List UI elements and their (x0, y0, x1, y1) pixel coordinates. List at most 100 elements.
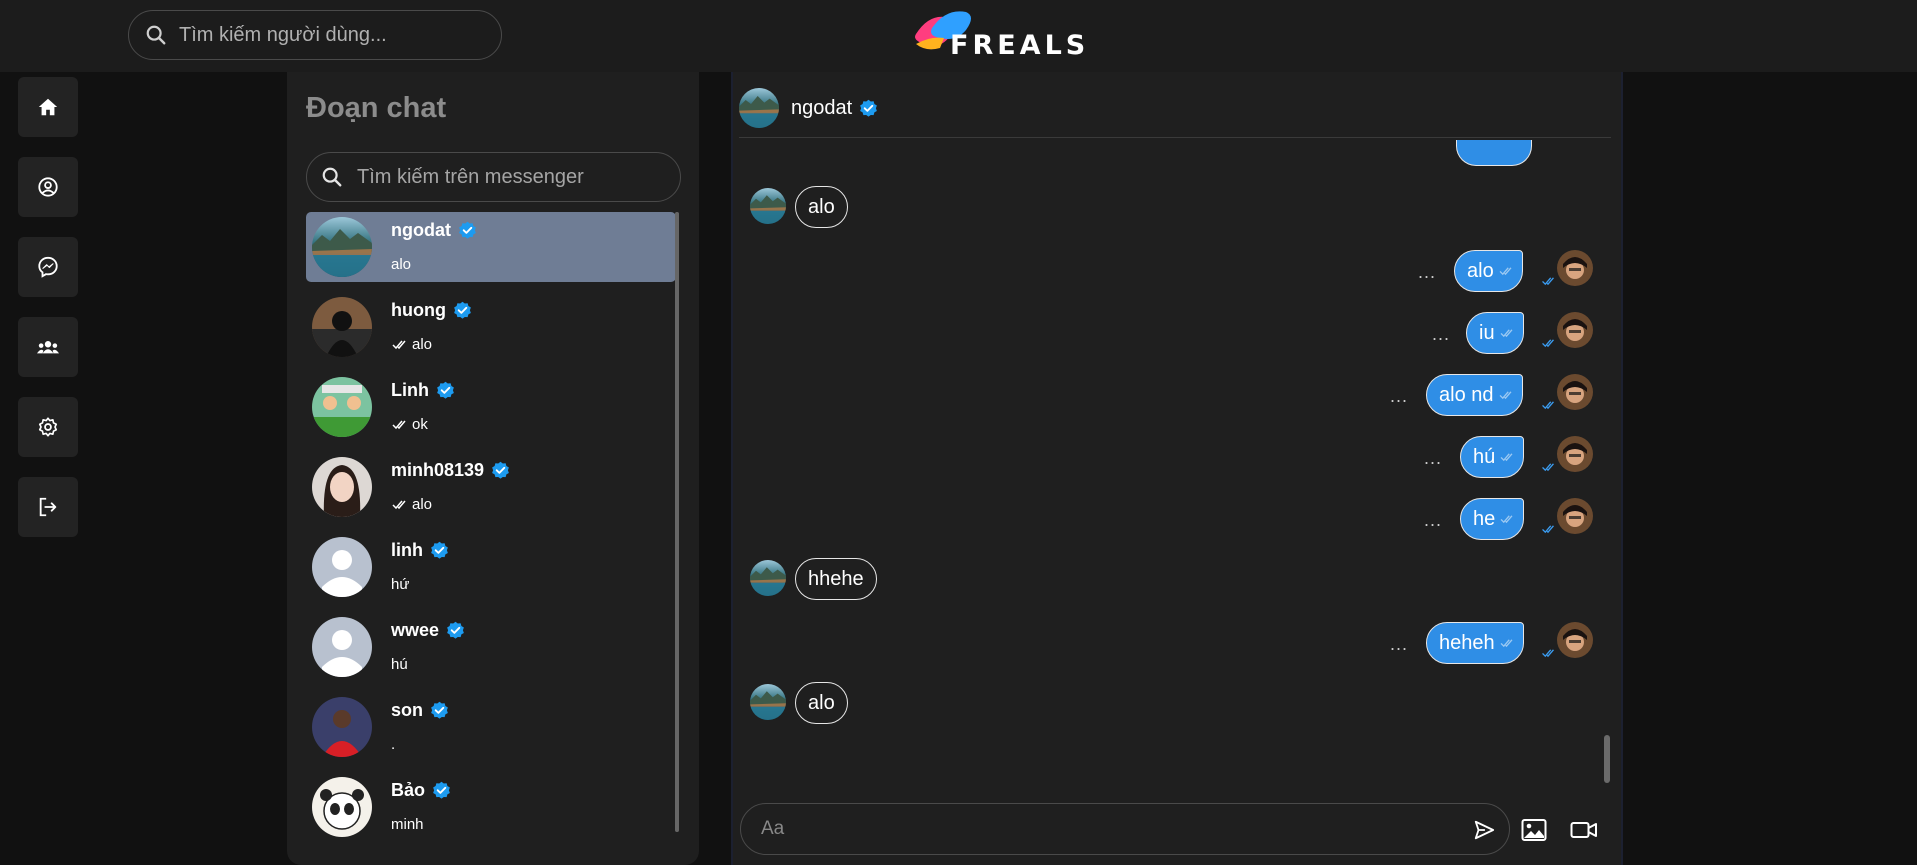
avatar (739, 88, 779, 128)
groups-icon (37, 341, 59, 354)
seen-ticks-icon (1499, 267, 1512, 275)
delivered-ticks-icon (1541, 277, 1555, 285)
search-icon (322, 167, 342, 187)
attach-image-button[interactable] (1519, 815, 1549, 845)
conversation-search-box[interactable] (306, 152, 681, 202)
search-icon (146, 25, 166, 45)
last-message: hứ (391, 576, 410, 593)
incoming-message[interactable]: alo (795, 186, 848, 228)
message-text: heheh (1439, 631, 1495, 654)
outgoing-message[interactable]: alo (1454, 250, 1523, 292)
message-options-button[interactable]: ... (1424, 448, 1442, 469)
conversation-item[interactable]: linh hứ (306, 532, 676, 602)
brand-name: FREALS (950, 30, 1090, 61)
chat-scrollbar-thumb[interactable] (1604, 735, 1610, 783)
last-message: alo (412, 336, 433, 353)
my-avatar (1557, 374, 1593, 410)
home-button[interactable] (18, 77, 78, 137)
conversation-scrollbar-thumb[interactable] (675, 212, 679, 832)
chat-header[interactable]: ngodat (739, 86, 878, 130)
delivered-ticks-icon (1541, 525, 1555, 533)
contact-name: minh08139 (391, 460, 485, 480)
message-options-button[interactable]: ... (1418, 262, 1436, 283)
conversation-item[interactable]: wwee hú (306, 612, 676, 682)
delivered-ticks-icon (1541, 339, 1555, 347)
contact-name: ngodat (391, 220, 451, 240)
outgoing-message[interactable]: he (1460, 498, 1525, 540)
verified-badge-icon (436, 381, 455, 400)
verified-badge-icon (491, 461, 510, 480)
contact-name: linh (391, 540, 423, 560)
verified-badge-icon (458, 221, 477, 240)
profile-button[interactable] (18, 157, 78, 217)
incoming-message[interactable]: hhehe (795, 558, 877, 600)
video-call-button[interactable] (1569, 815, 1599, 845)
outgoing-message[interactable]: iu (1466, 312, 1524, 354)
outgoing-message[interactable]: hú (1460, 436, 1525, 478)
delivered-ticks-icon (1541, 649, 1555, 657)
outgoing-message[interactable]: alo nd (1426, 374, 1523, 416)
conversation-list: ngodat alo huong alo Linh ok minh08139 a… (306, 212, 676, 842)
my-avatar (1557, 312, 1593, 348)
avatar (312, 297, 372, 357)
last-message: ok (412, 416, 428, 433)
last-message: alo (391, 256, 412, 273)
incoming-message[interactable]: alo (795, 682, 848, 724)
avatar (312, 697, 372, 757)
verified-badge-icon (432, 781, 451, 800)
groups-button[interactable] (18, 317, 78, 377)
seen-ticks-icon (392, 420, 406, 429)
contact-name: Linh (391, 380, 429, 400)
message-text: alo nd (1439, 383, 1494, 406)
message-text: hú (1473, 445, 1496, 468)
logout-button[interactable] (18, 477, 78, 537)
contact-name: huong (391, 300, 446, 320)
settings-button[interactable] (18, 397, 78, 457)
send-icon (1474, 820, 1495, 840)
conversation-item[interactable]: minh08139 alo (306, 452, 676, 522)
message-text: iu (1479, 321, 1495, 344)
verified-badge-icon (430, 701, 449, 720)
conversation-item[interactable]: huong alo (306, 292, 676, 362)
messenger-button[interactable] (18, 237, 78, 297)
conversation-item[interactable]: Bảo minh (306, 772, 676, 842)
avatar (312, 777, 372, 837)
seen-ticks-icon (1499, 639, 1513, 647)
divider (739, 137, 1611, 138)
message-composer[interactable] (740, 803, 1510, 855)
seen-ticks-icon (1498, 391, 1512, 399)
my-avatar (1557, 436, 1593, 472)
contact-name: son (391, 700, 424, 720)
conversation-item[interactable]: son . (306, 692, 676, 762)
seen-ticks-icon (392, 500, 406, 509)
message-options-button[interactable]: ... (1432, 324, 1450, 345)
conversation-item[interactable]: ngodat alo (306, 212, 676, 282)
contact-name: wwee (391, 620, 440, 640)
my-avatar (1557, 498, 1593, 534)
verified-badge-icon (446, 621, 465, 640)
user-search-input[interactable] (179, 23, 479, 47)
message-bubble-partial (1456, 140, 1532, 166)
conversation-item[interactable]: Linh ok (306, 372, 676, 442)
avatar (312, 457, 372, 517)
home-icon (38, 98, 58, 116)
panel-title: Đoạn chat (306, 92, 447, 124)
message-options-button[interactable]: ... (1390, 634, 1408, 655)
last-message: hú (391, 656, 408, 673)
seen-ticks-icon (1500, 453, 1513, 461)
avatar (312, 377, 372, 437)
message-options-button[interactable]: ... (1424, 510, 1442, 531)
user-search-box[interactable] (128, 10, 502, 60)
message-options-button[interactable]: ... (1390, 386, 1408, 407)
conversation-search-input[interactable] (357, 165, 657, 189)
outgoing-message[interactable]: heheh (1426, 622, 1524, 664)
message-input[interactable] (761, 818, 1441, 840)
send-button[interactable] (1470, 816, 1498, 844)
delivered-ticks-icon (1541, 463, 1555, 471)
my-avatar (1557, 250, 1593, 286)
seen-ticks-icon (392, 340, 406, 349)
last-message: alo (412, 496, 433, 513)
avatar (750, 684, 786, 720)
last-message: . (391, 736, 396, 753)
seen-ticks-icon (1500, 515, 1513, 523)
